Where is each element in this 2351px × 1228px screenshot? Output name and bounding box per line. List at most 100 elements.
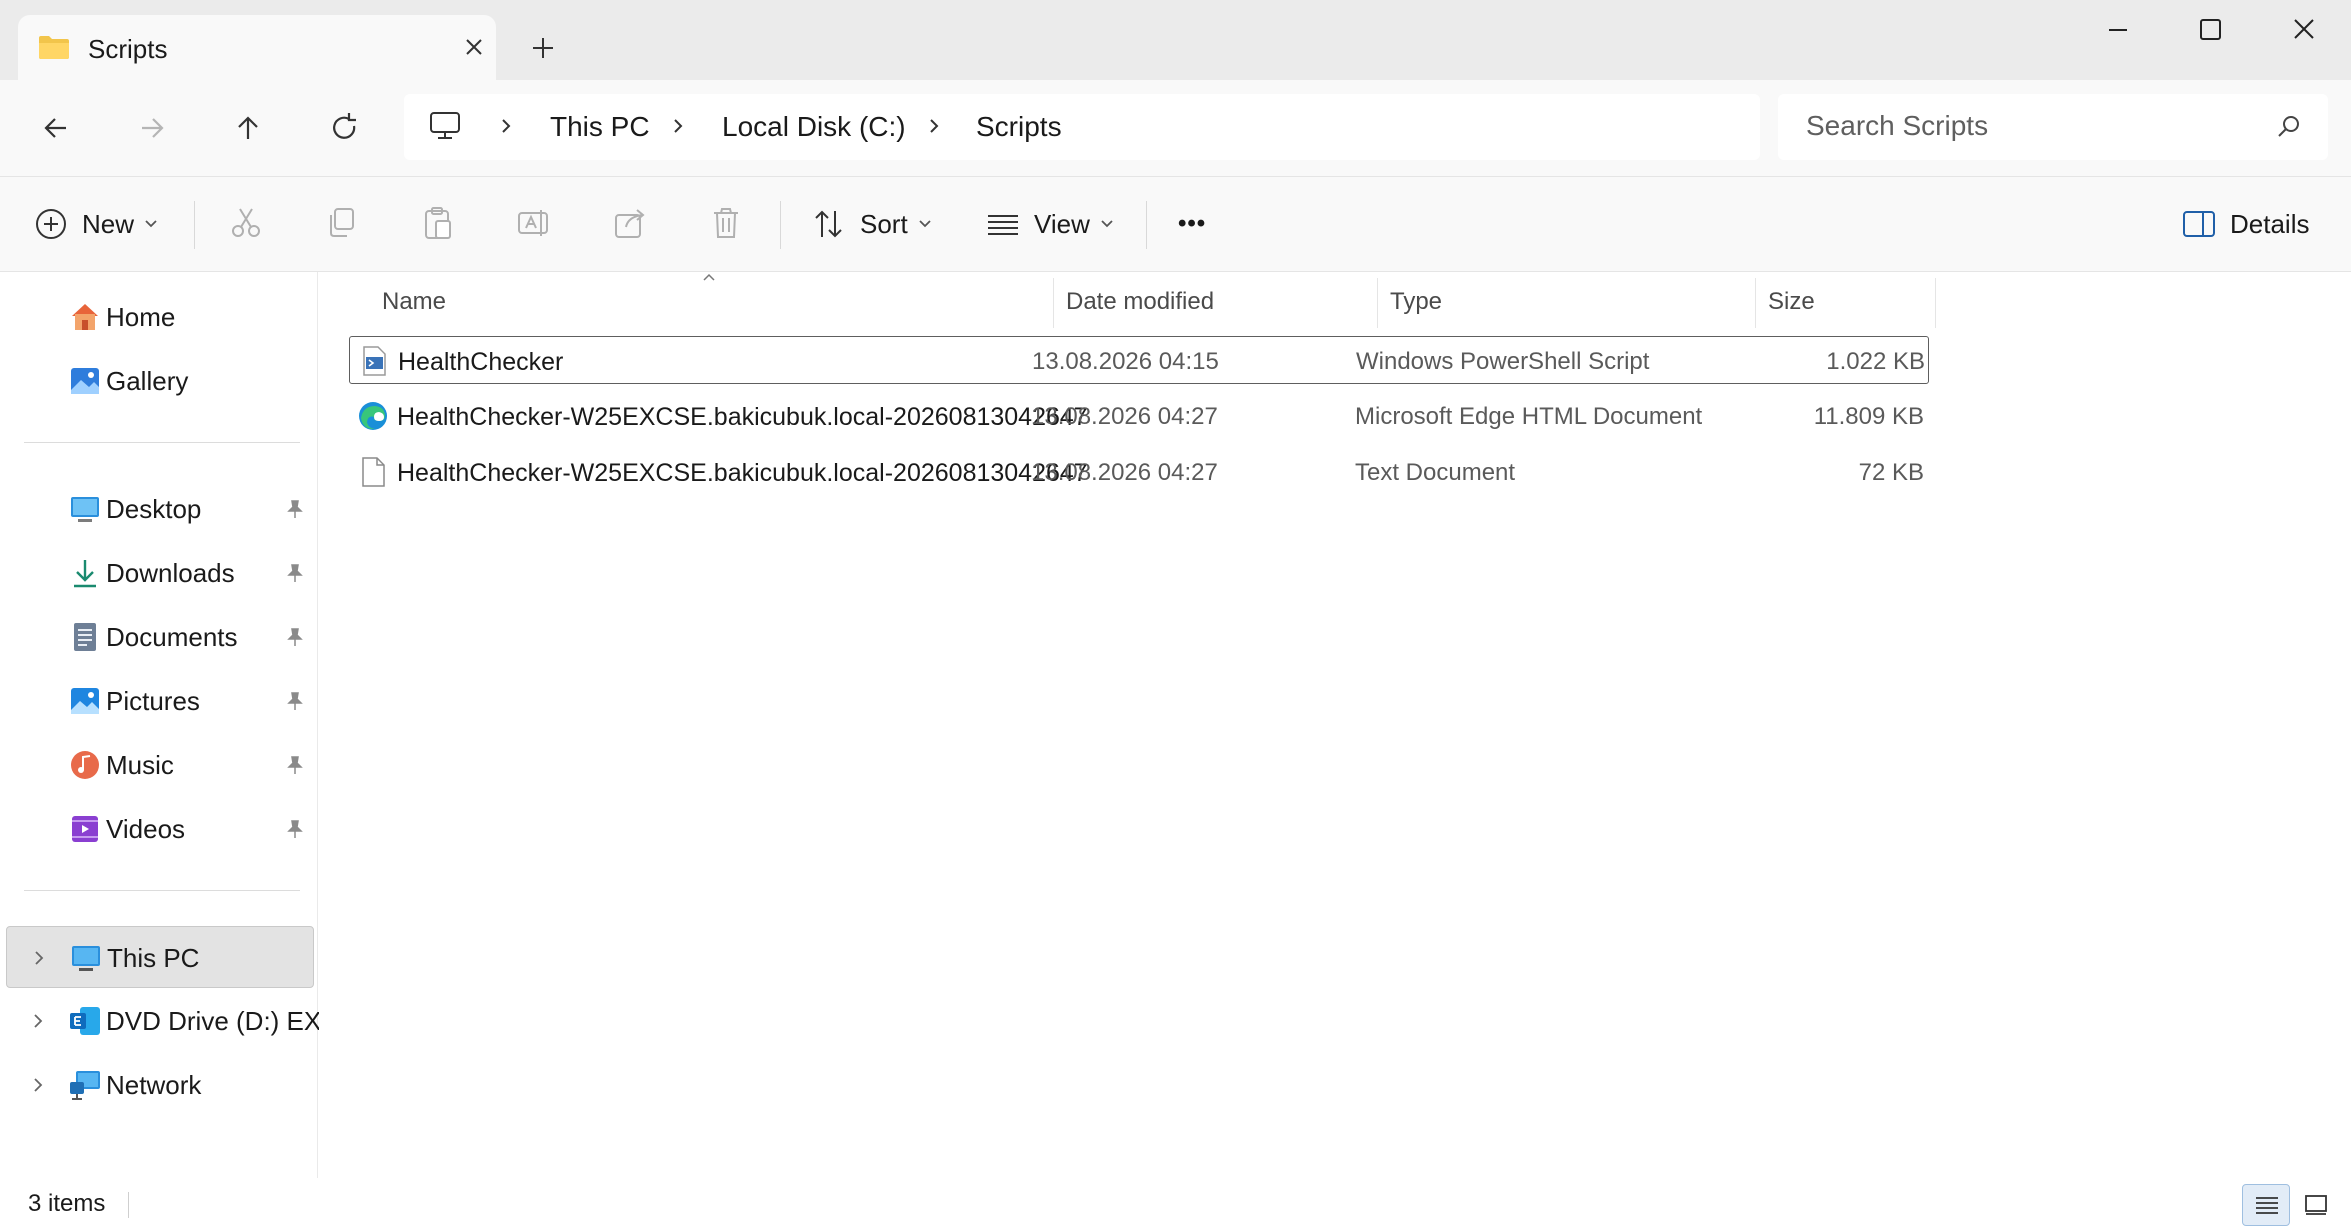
- sidebar-divider: [24, 890, 300, 891]
- details-view-icon: [2256, 1197, 2278, 1214]
- sidebar-item-dvd-drive[interactable]: DVD Drive (D:) EXCI: [0, 990, 347, 1052]
- file-row[interactable]: HealthChecker-W25EXCSE.bakicubuk.local-2…: [349, 392, 2247, 440]
- large-icons-view-toggle[interactable]: [2292, 1184, 2340, 1226]
- address-row: This PC Local Disk (C:) Scripts: [0, 80, 2351, 176]
- chevron-right-icon[interactable]: [28, 1009, 48, 1033]
- pin-icon[interactable]: [284, 690, 306, 712]
- cut-icon[interactable]: [228, 205, 264, 241]
- up-arrow-icon[interactable]: [222, 102, 274, 154]
- details-view-toggle[interactable]: [2242, 1184, 2290, 1226]
- this-pc-icon: [72, 946, 100, 971]
- chevron-right-icon[interactable]: [666, 112, 690, 140]
- pictures-icon: [71, 688, 99, 714]
- separator: [780, 201, 781, 249]
- address-bar[interactable]: This PC Local Disk (C:) Scripts: [404, 94, 1760, 160]
- downloads-icon: [74, 560, 96, 588]
- sidebar-item-downloads[interactable]: Downloads: [0, 542, 314, 604]
- column-divider[interactable]: [1935, 278, 1936, 328]
- title-bar: Scripts: [0, 0, 2351, 81]
- sidebar-item-label: Pictures: [106, 686, 200, 716]
- sidebar-item-label: DVD Drive (D:) EXCI: [106, 1006, 348, 1036]
- rename-icon[interactable]: [516, 205, 552, 241]
- chevron-right-icon[interactable]: [494, 112, 518, 140]
- videos-icon: [72, 816, 98, 842]
- pin-icon[interactable]: [284, 498, 306, 520]
- pin-icon[interactable]: [284, 626, 306, 648]
- view-list-icon: [988, 215, 1018, 235]
- sidebar-item-label: Documents: [106, 622, 238, 652]
- search-icon[interactable]: [2274, 112, 2304, 142]
- tab-close-icon[interactable]: [458, 31, 490, 63]
- sidebar-item-label: Gallery: [106, 366, 189, 396]
- close-icon[interactable]: [2276, 8, 2332, 52]
- item-count: 3 items: [28, 1190, 106, 1217]
- sidebar-item-home[interactable]: Home: [0, 286, 314, 348]
- sidebar-item-label: Desktop: [106, 494, 202, 524]
- more-icon: •••: [1178, 210, 1207, 237]
- forward-arrow-icon[interactable]: [126, 102, 178, 154]
- music-icon: [71, 751, 99, 779]
- breadcrumb-local-disk[interactable]: Local Disk (C:): [722, 111, 906, 143]
- chevron-down-icon: [1101, 220, 1113, 228]
- breadcrumb-this-pc[interactable]: This PC: [550, 111, 650, 143]
- chevron-right-icon[interactable]: [29, 946, 49, 970]
- new-plus-circle-icon: [36, 209, 66, 239]
- separator: [1146, 201, 1147, 249]
- details-pane-button[interactable]: Details: [2182, 195, 2309, 253]
- delete-icon[interactable]: [708, 205, 744, 241]
- column-divider[interactable]: [1053, 278, 1054, 328]
- sidebar-item-music[interactable]: Music: [0, 734, 314, 796]
- back-arrow-icon[interactable]: [30, 102, 82, 154]
- sort-label: Sort: [860, 208, 908, 239]
- file-size: 72 KB: [1858, 459, 1924, 486]
- more-options-button[interactable]: •••: [1178, 195, 1206, 253]
- search-input[interactable]: [1806, 108, 2246, 144]
- tab-scripts[interactable]: Scripts: [18, 15, 496, 81]
- sidebar-divider: [24, 442, 300, 443]
- file-row[interactable]: HealthChecker-W25EXCSE.bakicubuk.local-2…: [349, 448, 2247, 496]
- copy-icon[interactable]: [324, 205, 360, 241]
- view-label: View: [1034, 208, 1090, 239]
- network-icon: [70, 1071, 100, 1100]
- breadcrumb-scripts[interactable]: Scripts: [976, 111, 1062, 143]
- column-header-date-modified[interactable]: Date modified: [1066, 288, 1214, 316]
- text-document-icon: [362, 457, 385, 487]
- minimize-icon[interactable]: [2090, 8, 2146, 52]
- new-tab-plus-icon[interactable]: [525, 30, 561, 66]
- dvd-drive-icon: [70, 1007, 100, 1035]
- separator: [194, 201, 195, 249]
- desktop-icon: [71, 497, 99, 522]
- sidebar-item-desktop[interactable]: Desktop: [0, 478, 314, 540]
- sidebar-item-pictures[interactable]: Pictures: [0, 670, 314, 732]
- chevron-right-icon[interactable]: [922, 112, 946, 140]
- chevron-right-icon[interactable]: [28, 1073, 48, 1097]
- column-header-name[interactable]: Name: [382, 288, 446, 316]
- sidebar-item-network[interactable]: Network: [0, 1054, 314, 1116]
- share-icon[interactable]: [612, 205, 648, 241]
- sidebar-item-label: Music: [106, 750, 174, 780]
- sidebar-item-videos[interactable]: Videos: [0, 798, 314, 860]
- view-button[interactable]: View: [986, 195, 1114, 253]
- paste-icon[interactable]: [420, 205, 456, 241]
- computer-icon[interactable]: [428, 110, 462, 142]
- pin-icon[interactable]: [284, 562, 306, 584]
- file-size: 1.022 KB: [1826, 348, 1925, 375]
- sidebar-item-documents[interactable]: Documents: [0, 606, 314, 668]
- sidebar-item-gallery[interactable]: Gallery: [0, 350, 314, 412]
- pin-icon[interactable]: [284, 754, 306, 776]
- maximize-icon[interactable]: [2182, 8, 2238, 52]
- sort-button[interactable]: Sort: [812, 195, 932, 253]
- pin-icon[interactable]: [284, 818, 306, 840]
- new-button[interactable]: New: [34, 195, 158, 253]
- details-label: Details: [2230, 208, 2310, 239]
- file-row[interactable]: HealthChecker 13.08.2026 04:15 Windows P…: [349, 336, 1929, 384]
- column-header-size[interactable]: Size: [1768, 288, 1815, 316]
- column-header-type[interactable]: Type: [1390, 288, 1442, 316]
- file-size: 11.809 KB: [1813, 403, 1924, 430]
- sidebar-item-this-pc[interactable]: This PC: [6, 926, 314, 988]
- column-divider[interactable]: [1755, 278, 1756, 328]
- column-divider[interactable]: [1377, 278, 1378, 328]
- search-box[interactable]: [1778, 94, 2328, 160]
- refresh-icon[interactable]: [318, 102, 370, 154]
- new-label: New: [82, 208, 135, 239]
